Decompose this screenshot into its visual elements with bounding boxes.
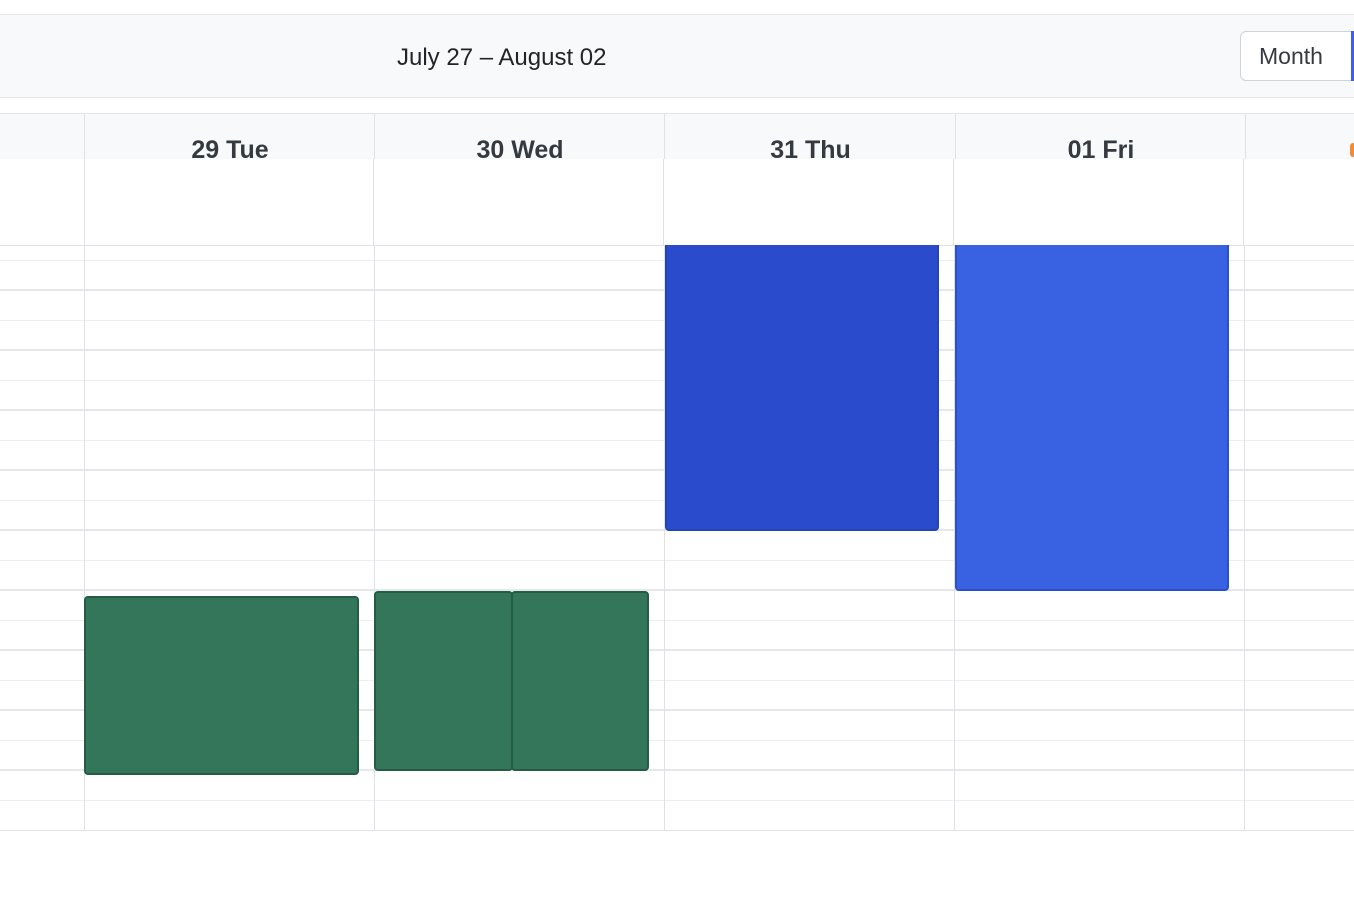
event-thu-blue[interactable] (665, 245, 939, 531)
column-divider (373, 159, 374, 245)
day-header-label: 01 Fri (1067, 136, 1135, 160)
day-header-row: 29 Tue 30 Wed 31 Thu 01 Fri (0, 113, 1354, 160)
event-wed-green-1[interactable] (374, 591, 513, 771)
day-header-label: 30 Wed (476, 136, 564, 160)
all-day-row (0, 159, 1354, 246)
top-strip (0, 0, 1354, 15)
date-range-title: July 27 – August 02 (397, 44, 607, 71)
event-wed-green-2[interactable] (511, 591, 649, 771)
day-header-fri[interactable]: 01 Fri (955, 114, 1246, 160)
month-view-button[interactable]: Month (1240, 31, 1354, 81)
slot-line (0, 800, 1354, 801)
time-gutter-header (0, 114, 85, 160)
event-fri-blue[interactable] (955, 245, 1229, 591)
column-divider (953, 159, 954, 245)
calendar-toolbar (0, 15, 1354, 98)
today-marker (1350, 143, 1354, 157)
column-divider (84, 159, 85, 245)
day-header-label: 29 Tue (191, 136, 269, 160)
column-divider (1244, 245, 1245, 830)
event-tue-green[interactable] (84, 596, 359, 775)
column-divider (1243, 159, 1244, 245)
day-header-sat[interactable] (1245, 114, 1354, 160)
day-header-thu[interactable]: 31 Thu (664, 114, 956, 160)
day-header-wed[interactable]: 30 Wed (374, 114, 665, 160)
column-divider (663, 159, 664, 245)
day-header-label: 31 Thu (770, 136, 851, 160)
day-header-tue[interactable]: 29 Tue (84, 114, 375, 160)
time-grid[interactable] (0, 245, 1354, 831)
